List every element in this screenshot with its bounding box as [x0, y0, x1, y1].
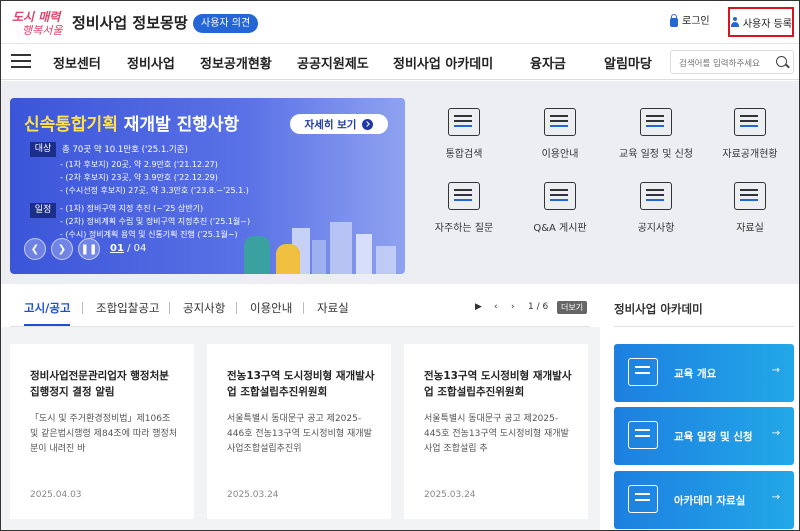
person-icon — [730, 17, 740, 27]
card-description: 「도시 및 주거환경정비법」제106조 및 같은법시행령 제84조에 따라 행정… — [30, 414, 178, 454]
monitor-icon — [544, 108, 576, 136]
card-date: 2025.03.24 — [424, 490, 476, 500]
arrow-right-icon: → — [771, 365, 780, 376]
lock-icon — [670, 13, 678, 27]
chart-document-icon — [628, 485, 658, 513]
site-title[interactable]: 정비사업 정보몽땅 — [72, 12, 188, 33]
search-input[interactable] — [671, 53, 771, 75]
register-label: 사용자 등록 — [742, 18, 792, 30]
document-pen-icon — [640, 108, 672, 136]
arrow-right-icon: → — [771, 428, 780, 439]
notice-tabs: 고시/공고 조합입찰공고 공지사항 이용안내 자료실 — [0, 300, 600, 322]
slide-counter: 01 / 04 — [110, 243, 147, 254]
city-illustration — [232, 218, 402, 274]
notice-card[interactable]: 정비사업전문관리업자 행정처분 집행정지 결정 알림 「도시 및 주거환경정비법… — [10, 344, 194, 519]
schedule-item: - (2차) 정비계획 수립 및 정비구역 지정추진 ('25.1월~) — [60, 217, 251, 226]
detail-button[interactable]: 자세히 보기 — [290, 114, 388, 134]
notice-card[interactable]: 전농13구역 도시정비형 재개발사업 조합설립추진위원회 서울특별시 동대문구 … — [404, 344, 588, 519]
login-button[interactable]: 로그인 — [670, 12, 710, 32]
detail-label: 자세히 보기 — [304, 118, 357, 131]
card-description: 서울특별시 동대문구 공고 제2025-445호 전농13구역 도시정비형 재개… — [424, 414, 569, 454]
next-page-icon[interactable]: › — [511, 302, 515, 312]
nav-item-loan[interactable]: 융자금 — [530, 53, 566, 72]
tag-schedule: 일정 — [30, 203, 56, 218]
hamburger-menu-icon[interactable] — [11, 54, 31, 68]
academy-divider — [614, 326, 794, 327]
nav-item-disclosure[interactable]: 정보공개현황 — [200, 53, 272, 72]
login-label: 로그인 — [682, 16, 710, 27]
nav-item-maintenance[interactable]: 정비사업 — [127, 53, 175, 72]
card-title: 전농13구역 도시정비형 재개발사업 조합설립추진위원회 — [227, 370, 375, 398]
folder-person-icon — [734, 182, 766, 210]
tab-usage-guide[interactable]: 이용안내 — [250, 300, 292, 316]
main-banner[interactable]: 신속통합기획 재개발 진행사항 자세히 보기 대상 총 70곳 약 10.1만호… — [10, 98, 405, 274]
target-item: - (2차 후보지) 23곳, 약 3.9만호 ('22.12.29) — [60, 173, 218, 182]
card-title: 전농13구역 도시정비형 재개발사업 조합설립추진위원회 — [424, 370, 572, 398]
target-summary: 총 70곳 약 10.1만호 ('25.1.기준) — [62, 145, 188, 155]
nav-item-notice[interactable]: 알림마당 — [604, 53, 652, 72]
card-description: 서울특별시 동대문구 공고 제2025-446호 전농13구역 도시정비형 재개… — [227, 414, 372, 454]
arrow-circle-icon — [362, 118, 374, 130]
quick-link-notice[interactable]: 공지사항 — [606, 182, 706, 242]
tab-notice-announcement[interactable]: 고시/공고 — [24, 300, 71, 316]
pause-slide-button[interactable]: ❚❚ — [78, 238, 100, 260]
academy-title: 정비사업 아카데미 — [614, 302, 703, 316]
prev-page-icon[interactable]: ‹ — [494, 302, 498, 312]
quick-link-faq[interactable]: 자주하는 질문 — [414, 182, 514, 242]
tab-archive[interactable]: 자료실 — [317, 300, 349, 316]
top-bar: 도시 매력 행복서울 정비사업 정보몽땅 사용자 의견 로그인 사용자 등록 — [0, 0, 800, 44]
quick-link-guide[interactable]: 이용안내 — [510, 108, 610, 168]
quick-link-disclosure[interactable]: 자료공개현황 — [700, 108, 800, 168]
search-icon[interactable] — [776, 56, 787, 67]
target-item: - (수시선정 후보지) 27곳, 약 3.3만호 ('23.8.~'25.1.… — [60, 186, 249, 195]
academy-overview-button[interactable]: 교육 개요 → — [614, 344, 794, 402]
play-icon[interactable]: ▶ — [475, 302, 482, 312]
megaphone-icon — [640, 182, 672, 210]
target-item: - (1차 후보지) 20곳, 약 2.9만호 ('21.12.27) — [60, 160, 218, 169]
next-slide-button[interactable]: ❯ — [51, 238, 73, 260]
calendar-icon — [628, 421, 658, 449]
page-indicator: 1 / 6 — [528, 302, 549, 312]
logo-line-2: 행복서울 — [22, 24, 63, 37]
quick-link-search[interactable]: 통합검색 — [414, 108, 514, 168]
register-button[interactable]: 사용자 등록 — [728, 7, 794, 37]
speech-bubble-icon — [544, 182, 576, 210]
tab-bid-notice[interactable]: 조합입찰공고 — [96, 300, 159, 316]
video-lesson-icon — [628, 358, 658, 386]
quick-link-education[interactable]: 교육 일정 및 신청 — [606, 108, 706, 168]
arrow-right-icon: → — [771, 492, 780, 503]
nav-item-academy[interactable]: 정비사업 아카데미 — [393, 53, 493, 72]
user-opinion-button[interactable]: 사용자 의견 — [193, 14, 259, 33]
tag-target: 대상 — [30, 142, 56, 157]
card-title: 정비사업전문관리업자 행정처분 집행정지 결정 알림 — [30, 370, 169, 398]
quick-link-archive[interactable]: 자료실 — [700, 182, 800, 242]
nav-item-info-center[interactable]: 정보센터 — [53, 53, 101, 72]
academy-schedule-button[interactable]: 교육 일정 및 신청 → — [614, 407, 794, 465]
prev-slide-button[interactable]: ❮ — [24, 238, 46, 260]
academy-archive-button[interactable]: 아카데미 자료실 → — [614, 471, 794, 529]
tab-announcements[interactable]: 공지사항 — [183, 300, 225, 316]
bar-chart-icon — [734, 108, 766, 136]
notice-card[interactable]: 전농13구역 도시정비형 재개발사업 조합설립추진위원회 서울특별시 동대문구 … — [207, 344, 391, 519]
more-button[interactable]: 더보기 — [557, 301, 588, 314]
schedule-item: - (1차) 정비구역 지정 추진 (~'25 상반기) — [60, 204, 204, 213]
magnifier-document-icon — [448, 108, 480, 136]
banner-title: 신속통합기획 재개발 진행사항 — [24, 115, 240, 135]
card-date: 2025.03.24 — [227, 490, 279, 500]
nav-item-public-support[interactable]: 공공지원제도 — [297, 53, 369, 72]
quick-link-qna[interactable]: Q&A 게시판 — [510, 182, 610, 242]
seoul-logo[interactable]: 도시 매력 행복서울 — [10, 8, 66, 38]
search-box — [670, 50, 794, 75]
main-nav: 정보센터 정비사업 정보공개현황 공공지원제도 정비사업 아카데미 융자금 알림… — [0, 44, 800, 80]
faq-board-icon — [448, 182, 480, 210]
card-date: 2025.04.03 — [30, 490, 82, 500]
